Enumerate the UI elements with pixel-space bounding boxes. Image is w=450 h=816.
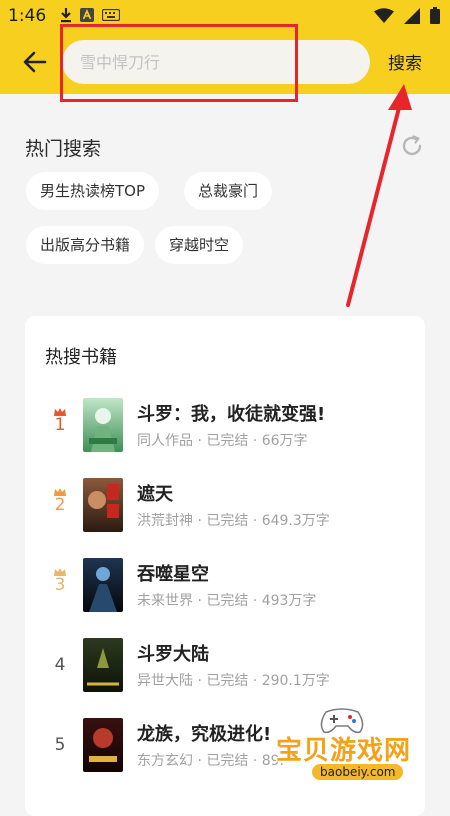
- book-cover: [83, 718, 123, 772]
- book-item-4[interactable]: 4 斗罗大陆 异世大陆 · 已完结 · 290.1万字: [25, 638, 425, 700]
- book-cover: [83, 638, 123, 692]
- book-title: 斗罗大陆: [137, 644, 209, 665]
- book-cover: [83, 398, 123, 452]
- book-item-5[interactable]: 5 龙族，究极进化! 东方玄幻 · 已完结 · 89.: [25, 718, 425, 780]
- book-meta: 异世大陆 · 已完结 · 290.1万字: [137, 673, 330, 689]
- book-meta: 洪荒封神 · 已完结 · 649.3万字: [137, 513, 330, 529]
- book-item-1[interactable]: 1 斗罗：我，收徒就变强! 同人作品 · 已完结 · 66万字: [25, 398, 425, 460]
- status-bar: 1:46: [0, 0, 450, 32]
- hot-tag-4[interactable]: 穿越时空: [155, 226, 244, 264]
- book-title: 龙族，究极进化!: [137, 724, 272, 745]
- signal-icon: [404, 7, 420, 24]
- rank-badge: 1: [47, 408, 73, 434]
- download-icon: [61, 8, 71, 23]
- battery-icon: [430, 7, 440, 24]
- search-input[interactable]: [78, 46, 362, 78]
- back-button[interactable]: [18, 47, 52, 77]
- hot-tag-1[interactable]: 男生热读榜TOP: [26, 172, 160, 210]
- hot-tag-2[interactable]: 总裁豪门: [184, 172, 273, 210]
- back-arrow-icon: [23, 51, 47, 73]
- header: 1:46 雪中悍刀行 搜索: [0, 0, 450, 94]
- book-title: 遮天: [137, 484, 173, 505]
- book-meta: 未来世界 · 已完结 · 493万字: [137, 593, 317, 609]
- rank-badge: 2: [47, 488, 73, 514]
- rank-number: 3: [54, 575, 66, 595]
- rank-badge: 5: [47, 736, 73, 754]
- wifi-icon: [374, 7, 394, 23]
- rank-number: 2: [54, 495, 66, 515]
- book-item-2[interactable]: 2 遮天 洪荒封神 · 已完结 · 649.3万字: [25, 478, 425, 540]
- rank-badge: 4: [47, 656, 73, 674]
- book-title: 斗罗：我，收徒就变强!: [137, 404, 326, 425]
- refresh-icon[interactable]: [400, 134, 424, 158]
- search-box[interactable]: [62, 40, 370, 84]
- status-system-icons: [374, 7, 440, 24]
- book-cover: [83, 478, 123, 532]
- status-time: 1:46: [8, 6, 47, 26]
- a-badge-icon: [80, 8, 94, 22]
- book-meta: 东方玄幻 · 已完结 · 89.: [137, 753, 284, 769]
- book-meta: 同人作品 · 已完结 · 66万字: [137, 433, 308, 449]
- hot-search-title: 热门搜索: [25, 138, 102, 160]
- rank-badge: 3: [47, 568, 73, 594]
- book-item-3[interactable]: 3 吞噬星空 未来世界 · 已完结 · 493万字: [25, 558, 425, 620]
- hot-books-card: 热搜书籍 1 斗罗：我，收徒就变强! 同人作品 · 已完结 · 66万字 2 遮…: [25, 316, 425, 816]
- hot-tag-3[interactable]: 出版高分书籍: [26, 226, 145, 264]
- keyboard-icon: [102, 9, 120, 21]
- hot-books-title: 热搜书籍: [45, 347, 117, 368]
- book-cover: [83, 558, 123, 612]
- status-notifications: [60, 7, 120, 23]
- search-toolbar: 搜索: [0, 32, 450, 92]
- book-title: 吞噬星空: [137, 564, 209, 585]
- rank-number: 4: [54, 655, 66, 675]
- search-button[interactable]: 搜索: [388, 49, 422, 74]
- rank-number: 5: [54, 735, 66, 755]
- rank-number: 1: [54, 415, 66, 435]
